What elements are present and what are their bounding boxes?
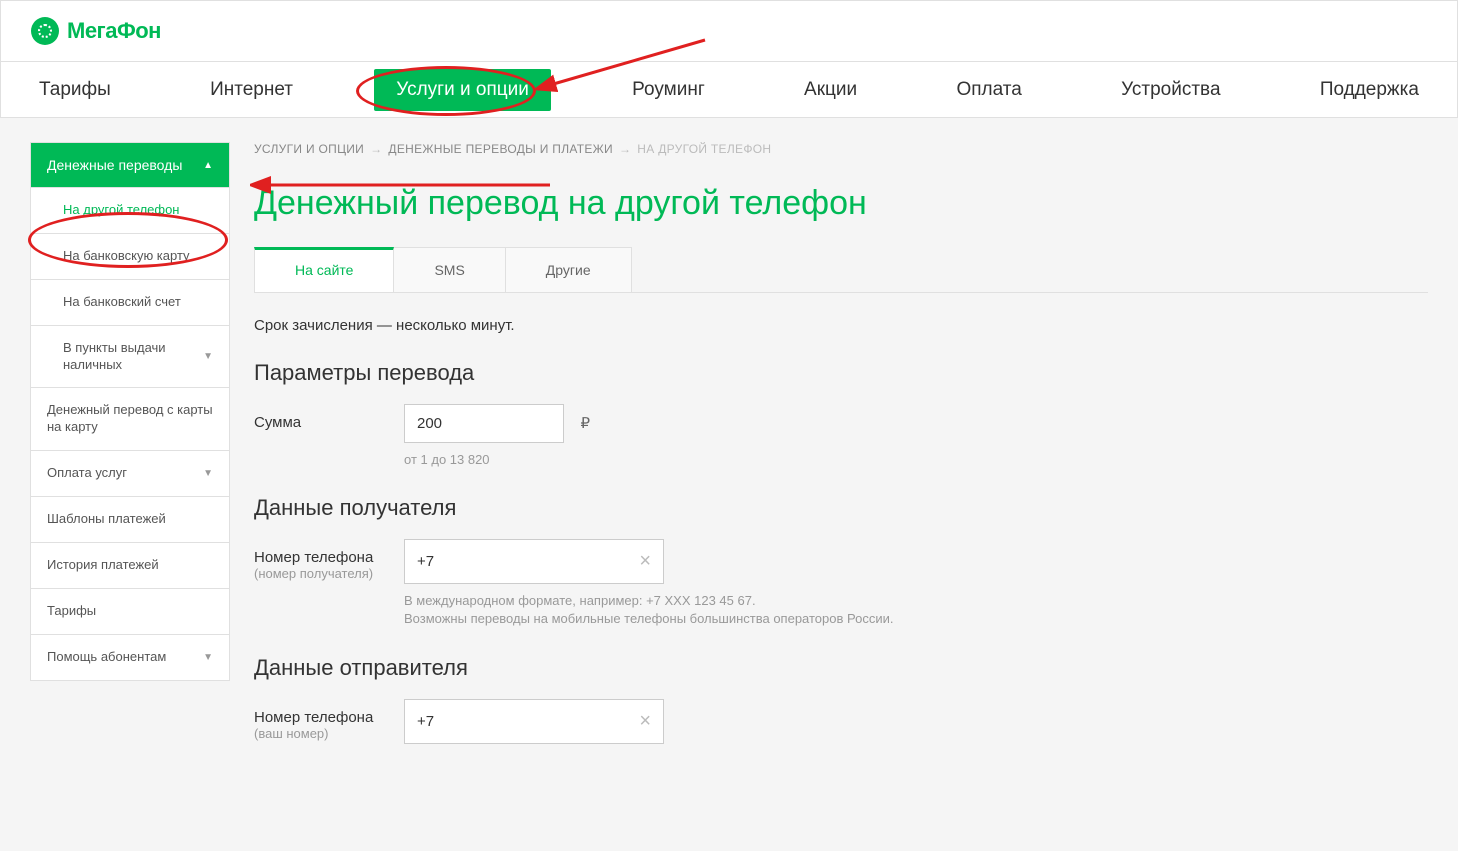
tab-2[interactable]: Другие — [505, 247, 632, 292]
sidebar-item-label: На банковский счет — [63, 294, 181, 311]
sidebar-item-label: Оплата услуг — [47, 465, 127, 482]
tab-0[interactable]: На сайте — [254, 247, 394, 292]
amount-row: Сумма 200 ₽ от 1 до 13 820 — [254, 404, 1428, 469]
nav-item-7[interactable]: Поддержка — [1302, 65, 1437, 115]
breadcrumb: УСЛУГИ И ОПЦИИ → ДЕНЕЖНЫЕ ПЕРЕВОДЫ И ПЛАТЕ… — [254, 142, 1428, 156]
sender-phone-label: Номер телефона (ваш номер) — [254, 699, 404, 741]
breadcrumb-separator: → — [619, 142, 631, 156]
chevron-down-icon: ▼ — [203, 467, 213, 480]
recipient-phone-row: Номер телефона (номер получателя) +7 × В… — [254, 539, 1428, 628]
logo-text: МегаФон — [67, 18, 161, 44]
amount-hint: от 1 до 13 820 — [404, 451, 590, 469]
breadcrumb-item[interactable]: ДЕНЕЖНЫЕ ПЕРЕВОДЫ И ПЛАТЕЖИ — [388, 142, 613, 156]
sidebar-header-label: Денежные переводы — [47, 157, 182, 173]
sidebar-item-4[interactable]: Денежный перевод с карты на карту — [31, 387, 229, 450]
phone-sublabel-sender: (ваш номер) — [254, 726, 404, 741]
recipient-phone-value: +7 — [417, 553, 434, 570]
sidebar-item-7[interactable]: История платежей — [31, 542, 229, 588]
sidebar-item-label: Денежный перевод с карты на карту — [47, 402, 213, 436]
section-recipient-title: Данные получателя — [254, 495, 1428, 521]
sidebar-item-6[interactable]: Шаблоны платежей — [31, 496, 229, 542]
chevron-up-icon: ▲ — [203, 160, 213, 171]
nav-item-1[interactable]: Интернет — [192, 65, 311, 115]
recipient-phone-label: Номер телефона (номер получателя) — [254, 539, 404, 581]
sidebar-item-9[interactable]: Помощь абонентам ▼ — [31, 634, 229, 680]
nav-item-3[interactable]: Роуминг — [614, 65, 723, 115]
tab-1[interactable]: SMS — [393, 247, 505, 292]
nav-item-6[interactable]: Устройства — [1103, 65, 1238, 115]
info-text: Срок зачисления — несколько минут. — [254, 317, 1428, 334]
sender-phone-value: +7 — [417, 713, 434, 730]
chevron-down-icon: ▼ — [203, 651, 213, 664]
sidebar-item-label: В пункты выдачи наличных — [63, 340, 203, 374]
nav-item-4[interactable]: Акции — [786, 65, 875, 115]
sidebar-item-label: На банковскую карту — [63, 248, 190, 265]
tabs: На сайтеSMSДругие — [254, 247, 1428, 293]
breadcrumb-item[interactable]: УСЛУГИ И ОПЦИИ — [254, 142, 364, 156]
sidebar-item-2[interactable]: На банковский счет — [31, 279, 229, 325]
brand-logo[interactable]: МегаФон — [31, 17, 1427, 45]
phone-label-text-2: Номер телефона — [254, 709, 373, 726]
nav-item-0[interactable]: Тарифы — [21, 65, 129, 115]
sidebar-item-label: На другой телефон — [63, 202, 180, 219]
main-content: УСЛУГИ И ОПЦИИ → ДЕНЕЖНЫЕ ПЕРЕВОДЫ И ПЛАТЕ… — [254, 142, 1428, 754]
amount-input[interactable]: 200 — [404, 404, 564, 443]
breadcrumb-separator: → — [370, 142, 382, 156]
clear-icon[interactable]: × — [639, 710, 651, 733]
section-sender-title: Данные отправителя — [254, 655, 1428, 681]
currency-symbol: ₽ — [580, 415, 590, 432]
sidebar-item-label: Тарифы — [47, 603, 96, 620]
recipient-phone-hint: В международном формате, например: +7 XX… — [404, 592, 893, 628]
page-title: Денежный перевод на другой телефон — [254, 184, 1428, 223]
sidebar-item-1[interactable]: На банковскую карту — [31, 233, 229, 279]
phone-label-text: Номер телефона — [254, 549, 373, 566]
sidebar-header[interactable]: Денежные переводы ▲ — [31, 143, 229, 187]
sidebar-item-label: Помощь абонентам — [47, 649, 166, 666]
topbar: МегаФон — [0, 0, 1458, 62]
recipient-phone-input[interactable]: +7 × — [404, 539, 664, 584]
sidebar-item-label: История платежей — [47, 557, 159, 574]
sidebar-item-8[interactable]: Тарифы — [31, 588, 229, 634]
sidebar-item-3[interactable]: В пункты выдачи наличных▼ — [31, 325, 229, 388]
sender-phone-input[interactable]: +7 × — [404, 699, 664, 744]
sidebar-item-5[interactable]: Оплата услуг ▼ — [31, 450, 229, 496]
logo-icon — [31, 17, 59, 45]
phone-sublabel-recipient: (номер получателя) — [254, 566, 404, 581]
amount-label: Сумма — [254, 404, 404, 431]
sidebar-item-label: Шаблоны платежей — [47, 511, 166, 528]
sidebar-item-0[interactable]: На другой телефон — [31, 187, 229, 233]
section-params-title: Параметры перевода — [254, 360, 1428, 386]
sender-phone-row: Номер телефона (ваш номер) +7 × — [254, 699, 1428, 744]
nav-item-5[interactable]: Оплата — [938, 65, 1039, 115]
sidebar: Денежные переводы ▲ На другой телефон На … — [30, 142, 230, 681]
chevron-down-icon: ▼ — [203, 350, 213, 363]
clear-icon[interactable]: × — [639, 550, 651, 573]
nav-item-2[interactable]: Услуги и опции — [374, 69, 551, 111]
main-nav: Тарифы Интернет Услуги и опции Роуминг Акции… — [0, 62, 1458, 118]
breadcrumb-item: НА ДРУГОЙ ТЕЛЕФОН — [637, 142, 771, 156]
